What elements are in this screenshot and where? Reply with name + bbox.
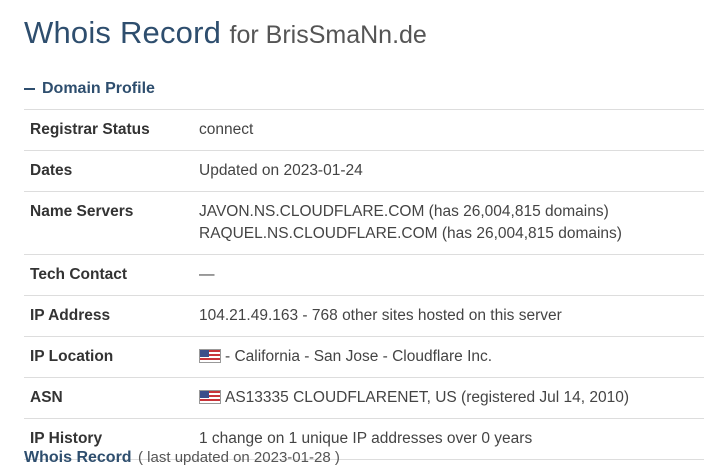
page-title-domain: for BrisSmaNn.de	[229, 21, 427, 49]
section-label: Domain Profile	[42, 80, 155, 97]
table-row: Registrar Status connect	[24, 109, 704, 151]
row-value-tech-contact: —	[199, 266, 215, 283]
us-flag-icon	[199, 349, 221, 363]
asn-text: AS13335 CLOUDFLARENET, US (registered Ju…	[225, 389, 630, 406]
row-value-dates: Updated on 2023-01-24	[199, 162, 363, 179]
page-title: Whois Record for BrisSmaNn.de	[24, 14, 427, 51]
last-updated-note: ( last updated on 2023-01-28 )	[138, 449, 340, 466]
minus-icon	[24, 88, 35, 90]
row-label-tech-contact: Tech Contact	[30, 266, 128, 283]
table-row: Name Servers JAVON.NS.CLOUDFLARE.COM (ha…	[24, 191, 704, 255]
domain-profile-toggle[interactable]: Domain Profile	[24, 80, 155, 98]
row-value-asn: AS13335 CLOUDFLARENET, US (registered Ju…	[193, 378, 704, 419]
row-label-dates: Dates	[30, 162, 73, 179]
row-label-ip-location: IP Location	[30, 348, 114, 365]
row-label-asn: ASN	[30, 389, 63, 406]
domain-profile-table: Registrar Status connect Dates Updated o…	[24, 109, 704, 460]
row-label-registrar-status: Registrar Status	[30, 121, 150, 138]
table-row: ASN AS13335 CLOUDFLARENET, US (registere…	[24, 377, 704, 419]
name-server-1: JAVON.NS.CLOUDFLARE.COM (has 26,004,815 …	[199, 203, 609, 220]
whois-record-heading: Whois Record	[24, 449, 132, 466]
row-label-name-servers: Name Servers	[30, 203, 134, 220]
table-row: IP Address 104.21.49.163 - 768 other sit…	[24, 295, 704, 337]
row-label-ip-address: IP Address	[30, 307, 111, 324]
row-value-name-servers: JAVON.NS.CLOUDFLARE.COM (has 26,004,815 …	[193, 192, 704, 255]
row-value-ip-location: - California - San Jose - Cloudflare Inc…	[193, 337, 704, 378]
us-flag-icon	[199, 390, 221, 404]
whois-record-footer: Whois Record ( last updated on 2023-01-2…	[24, 448, 340, 468]
table-row: Dates Updated on 2023-01-24	[24, 150, 704, 192]
page-title-main: Whois Record	[24, 15, 222, 50]
row-value-ip-address: 104.21.49.163 - 768 other sites hosted o…	[199, 307, 562, 324]
table-row: IP Location - California - San Jose - Cl…	[24, 336, 704, 378]
ip-location-text: - California - San Jose - Cloudflare Inc…	[225, 348, 493, 365]
row-value-registrar-status: connect	[199, 121, 254, 138]
table-row: Tech Contact —	[24, 254, 704, 296]
name-server-2: RAQUEL.NS.CLOUDFLARE.COM (has 26,004,815…	[199, 225, 622, 242]
